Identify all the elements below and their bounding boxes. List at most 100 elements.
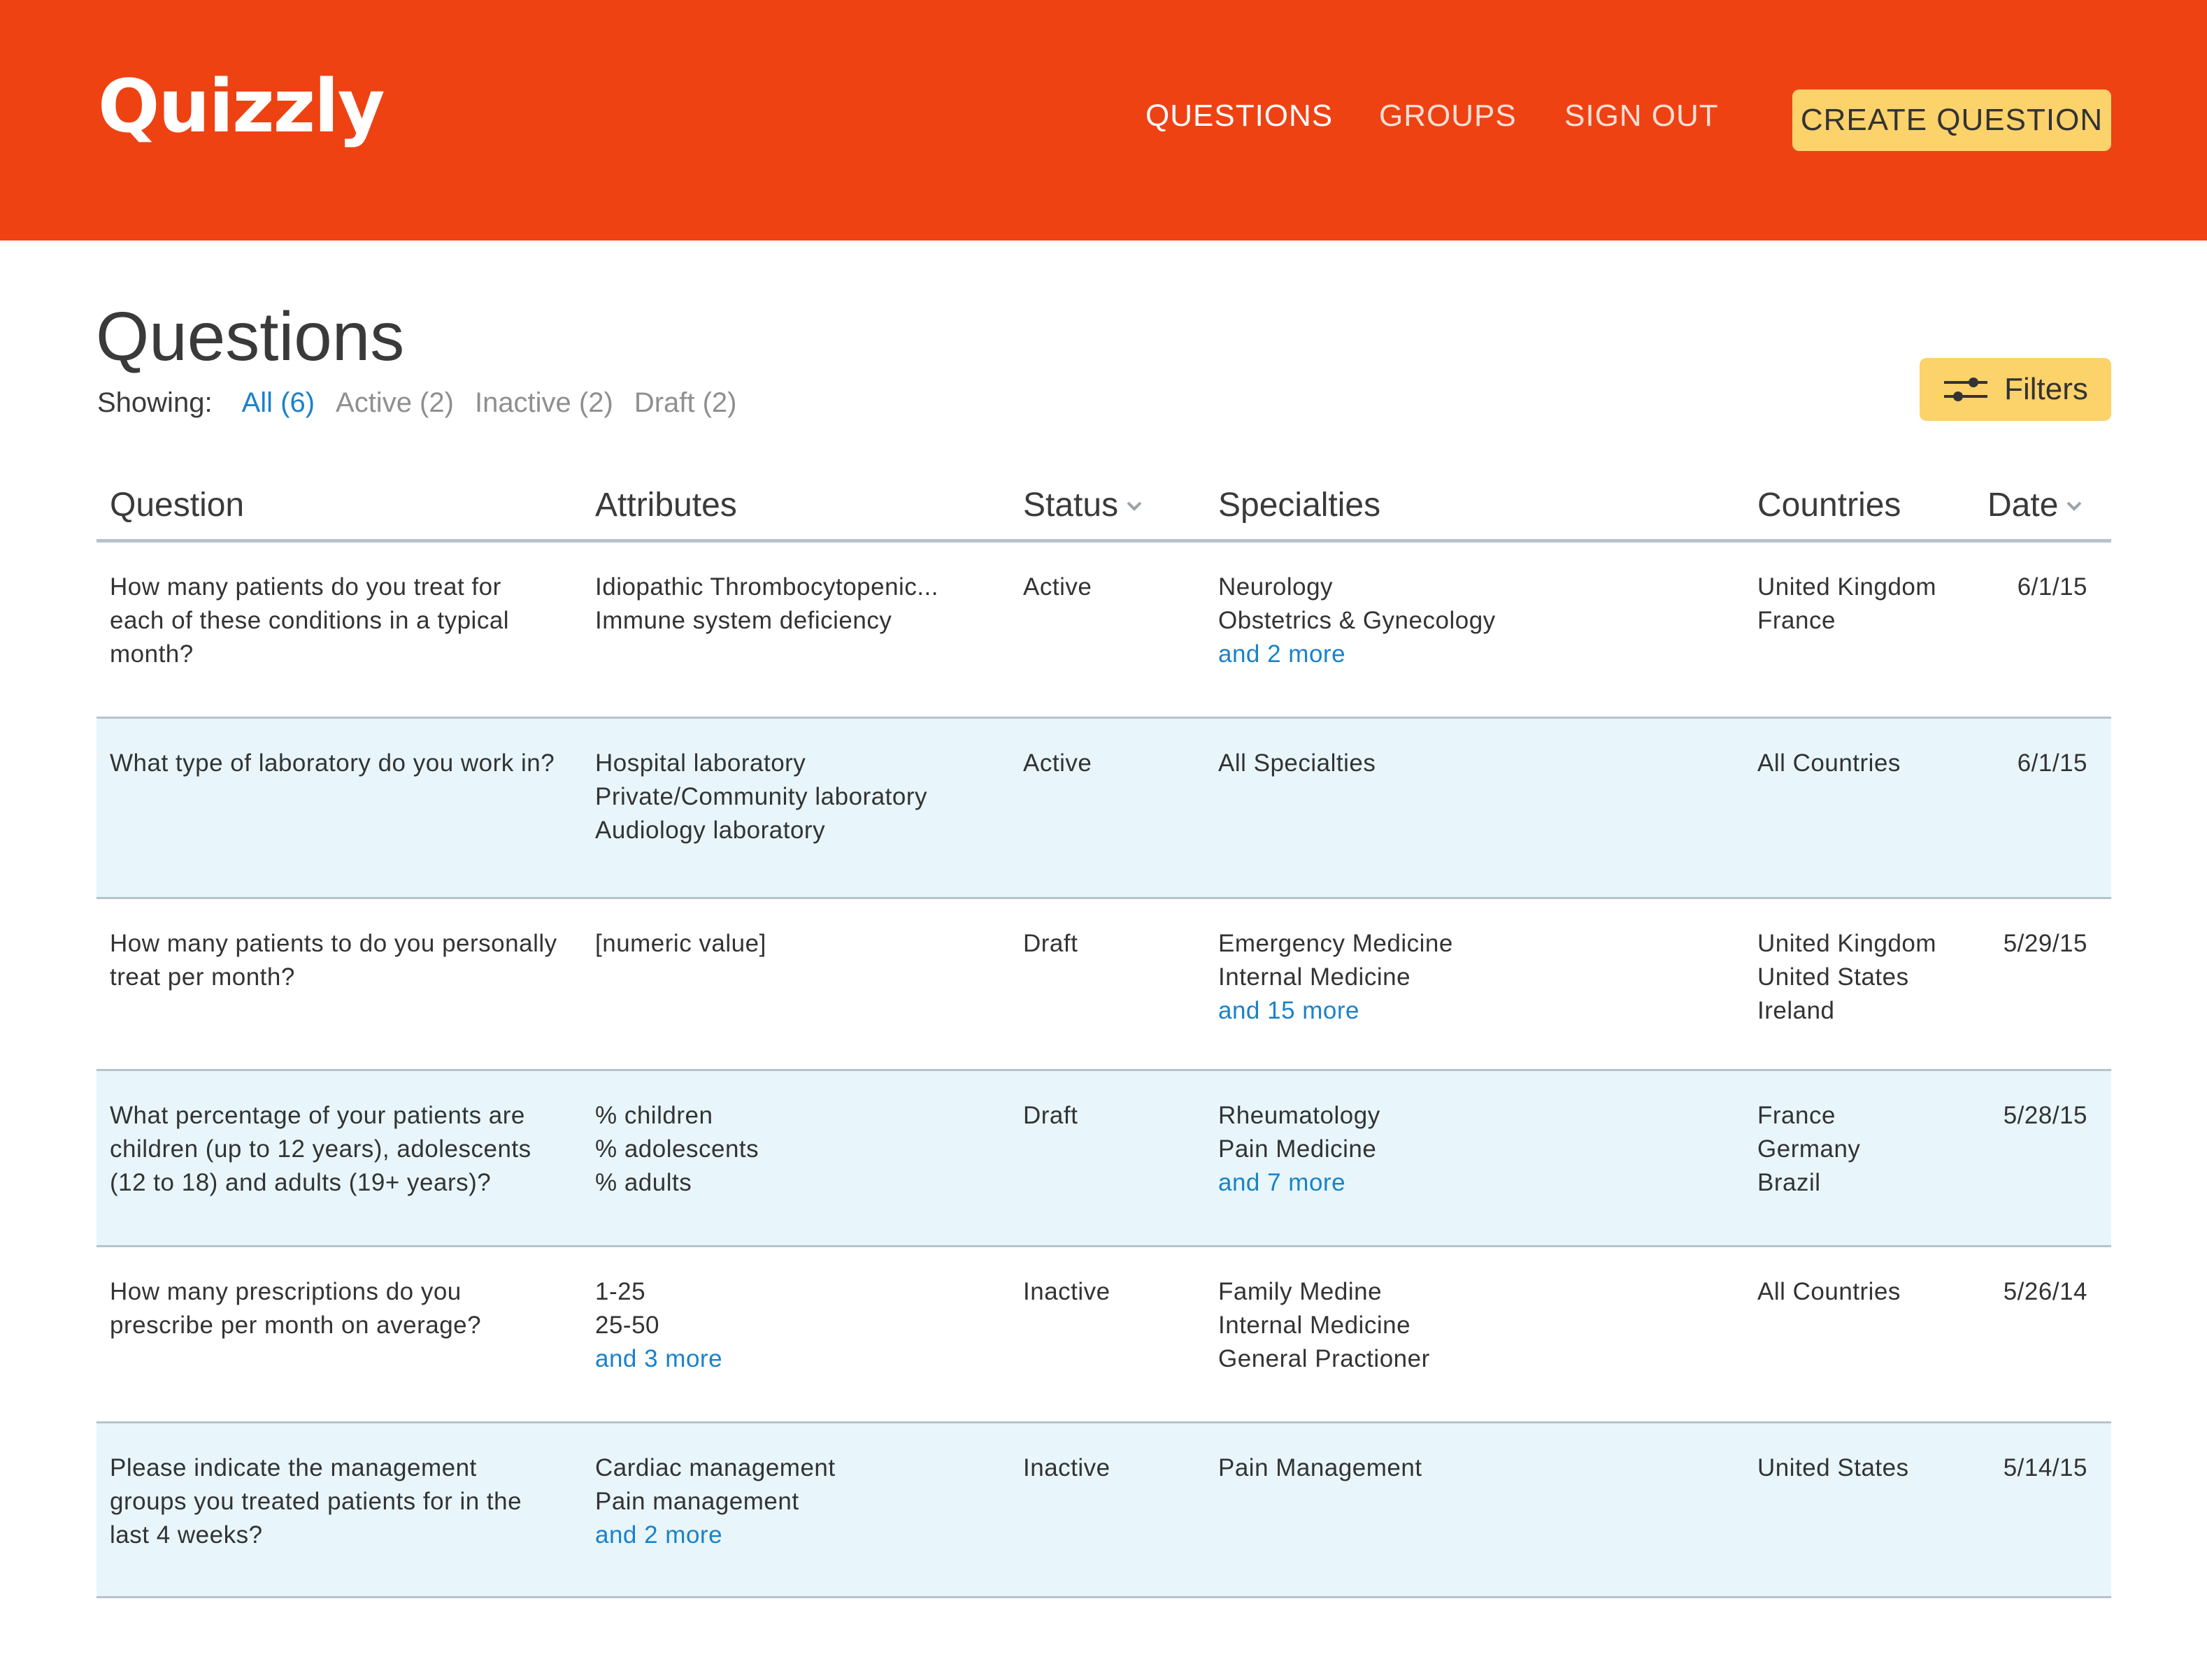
attribute-item: [numeric value]: [595, 930, 766, 957]
attributes-cell: Cardiac management Pain management and 2 m…: [595, 1451, 987, 1552]
country-item: United States: [1757, 1454, 1909, 1481]
app-logo[interactable]: Quizzly: [98, 70, 385, 143]
country-item: All Countries: [1757, 749, 1901, 777]
filter-active[interactable]: Active (2): [336, 389, 454, 417]
page-title: Questions: [96, 298, 405, 375]
question-text: How many patients to do you personally t…: [110, 930, 557, 991]
date-text: 5/28/15: [2003, 1102, 2087, 1129]
filters-button[interactable]: Filters: [1920, 358, 2111, 421]
specialty-item: Rheumatology: [1218, 1102, 1380, 1129]
nav-sign-out[interactable]: SIGN OUT: [1564, 101, 1719, 131]
country-item: Germany: [1757, 1135, 1861, 1163]
specialties-cell: Neurology Obstetrics & Gynecology and 2 mo…: [1218, 570, 1496, 671]
col-countries: Countries: [1757, 487, 1901, 524]
question-text: How many prescriptions do you prescribe …: [110, 1278, 482, 1339]
question-cell: How many patients do you treat for each …: [110, 570, 557, 671]
specialty-item: Pain Medicine: [1218, 1135, 1377, 1163]
attribute-item: % children: [595, 1102, 713, 1129]
specialties-more-link[interactable]: and 2 more: [1218, 638, 1496, 671]
questions-table: Question Attributes Status Specialties C…: [97, 475, 2111, 1598]
specialty-item: Obstetrics & Gynecology: [1218, 607, 1496, 634]
table-body: How many patients do you treat for each …: [97, 543, 2111, 1598]
filters-label: Filters: [2004, 372, 2088, 406]
attributes-cell: Idiopathic Thrombocytopenic... Immune sys…: [595, 570, 987, 638]
countries-cell: All Countries: [1757, 747, 1901, 780]
specialty-item: Internal Medicine: [1218, 1312, 1411, 1339]
attribute-item: Immune system deficiency: [595, 607, 892, 634]
filter-inactive[interactable]: Inactive (2): [475, 389, 613, 417]
specialties-cell: Rheumatology Pain Medicine and 7 more: [1218, 1099, 1380, 1200]
date-cell: 6/1/15: [2017, 747, 2087, 780]
date-cell: 5/28/15: [2004, 1099, 2087, 1133]
attributes-cell: [numeric value]: [595, 927, 987, 961]
table-row[interactable]: How many patients do you treat for each …: [97, 543, 2111, 719]
nav-groups[interactable]: GROUPS: [1379, 101, 1517, 131]
countries-cell: United Kingdom France: [1757, 570, 1936, 638]
country-item: United Kingdom: [1757, 930, 1937, 957]
status-text: Draft: [1023, 930, 1078, 957]
attribute-item: % adults: [595, 1169, 692, 1196]
col-question: Question: [110, 487, 245, 524]
filter-draft[interactable]: Draft (2): [634, 389, 737, 417]
attribute-item: Cardiac management: [595, 1454, 836, 1481]
specialties-more-link[interactable]: and 7 more: [1218, 1166, 1380, 1200]
question-text: What type of laboratory do you work in?: [110, 749, 555, 777]
country-item: United States: [1757, 963, 1909, 991]
status-text: Inactive: [1023, 1278, 1110, 1305]
question-cell: How many patients to do you personally t…: [110, 927, 557, 994]
attributes-cell: % children % adolescents % adults: [595, 1099, 987, 1200]
chevron-down-icon: [2066, 501, 2082, 511]
col-status: Status: [1023, 487, 1119, 524]
country-item: United Kingdom: [1757, 573, 1937, 601]
specialty-item: All Specialties: [1218, 749, 1376, 777]
attributes-more-link[interactable]: and 3 more: [595, 1342, 987, 1376]
specialty-item: Family Medine: [1218, 1278, 1383, 1305]
sliders-icon: [1944, 378, 1988, 401]
countries-cell: France Germany Brazil: [1757, 1099, 1860, 1200]
status-cell: Inactive: [1023, 1275, 1110, 1309]
nav-questions[interactable]: QUESTIONS: [1145, 101, 1333, 131]
specialty-item: Pain Management: [1218, 1454, 1422, 1481]
showing-label: Showing:: [97, 387, 213, 418]
table-row[interactable]: What type of laboratory do you work in? H…: [97, 719, 2111, 899]
question-text: How many patients do you treat for each …: [110, 573, 510, 668]
status-cell: Active: [1023, 747, 1092, 780]
status-text: Inactive: [1023, 1454, 1110, 1481]
attributes-more-link[interactable]: and 2 more: [595, 1519, 987, 1552]
col-date-sort[interactable]: Date: [1987, 485, 2083, 526]
attribute-item: 25-50: [595, 1312, 660, 1339]
specialties-cell: Emergency Medicine Internal Medicine and 1…: [1218, 927, 1453, 1028]
table-row[interactable]: What percentage of your patients are chi…: [97, 1071, 2111, 1247]
country-item: France: [1757, 1102, 1836, 1129]
date-text: 5/29/15: [2003, 930, 2087, 957]
specialty-item: Emergency Medicine: [1218, 930, 1453, 957]
status-text: Draft: [1023, 1102, 1078, 1129]
table-row[interactable]: Please indicate the management groups yo…: [97, 1423, 2111, 1598]
attribute-item: Pain management: [595, 1488, 799, 1515]
col-status-sort[interactable]: Status: [1023, 485, 1143, 526]
table-row[interactable]: How many patients to do you personally t…: [97, 899, 2111, 1071]
countries-cell: United Kingdom United States Ireland: [1757, 927, 1936, 1028]
country-item: France: [1757, 607, 1836, 634]
filter-all[interactable]: All (6): [242, 389, 315, 417]
col-attributes: Attributes: [595, 487, 737, 524]
country-item: Ireland: [1757, 997, 1835, 1024]
create-question-button[interactable]: CREATE QUESTION: [1792, 89, 2111, 151]
status-cell: Draft: [1023, 927, 1078, 961]
question-cell: What percentage of your patients are chi…: [110, 1099, 557, 1200]
question-text: Please indicate the management groups yo…: [110, 1454, 522, 1549]
date-cell: 5/26/14: [2004, 1275, 2087, 1309]
table-header: Question Attributes Status Specialties C…: [97, 475, 2111, 543]
attribute-item: % adolescents: [595, 1135, 759, 1163]
table-row[interactable]: How many prescriptions do you prescribe …: [97, 1247, 2111, 1423]
specialties-more-link[interactable]: and 15 more: [1218, 994, 1453, 1028]
attribute-item: Hospital laboratory: [595, 749, 806, 777]
question-cell: What type of laboratory do you work in?: [110, 747, 557, 780]
date-cell: 5/29/15: [2004, 927, 2087, 961]
question-text: What percentage of your patients are chi…: [110, 1102, 531, 1196]
attribute-item: 1-25: [595, 1278, 646, 1305]
date-text: 5/14/15: [2003, 1454, 2087, 1481]
attribute-item: Private/Community laboratory: [595, 783, 927, 810]
specialties-cell: Family Medine Internal Medicine General Pr…: [1218, 1275, 1430, 1376]
specialty-item: Internal Medicine: [1218, 963, 1411, 991]
